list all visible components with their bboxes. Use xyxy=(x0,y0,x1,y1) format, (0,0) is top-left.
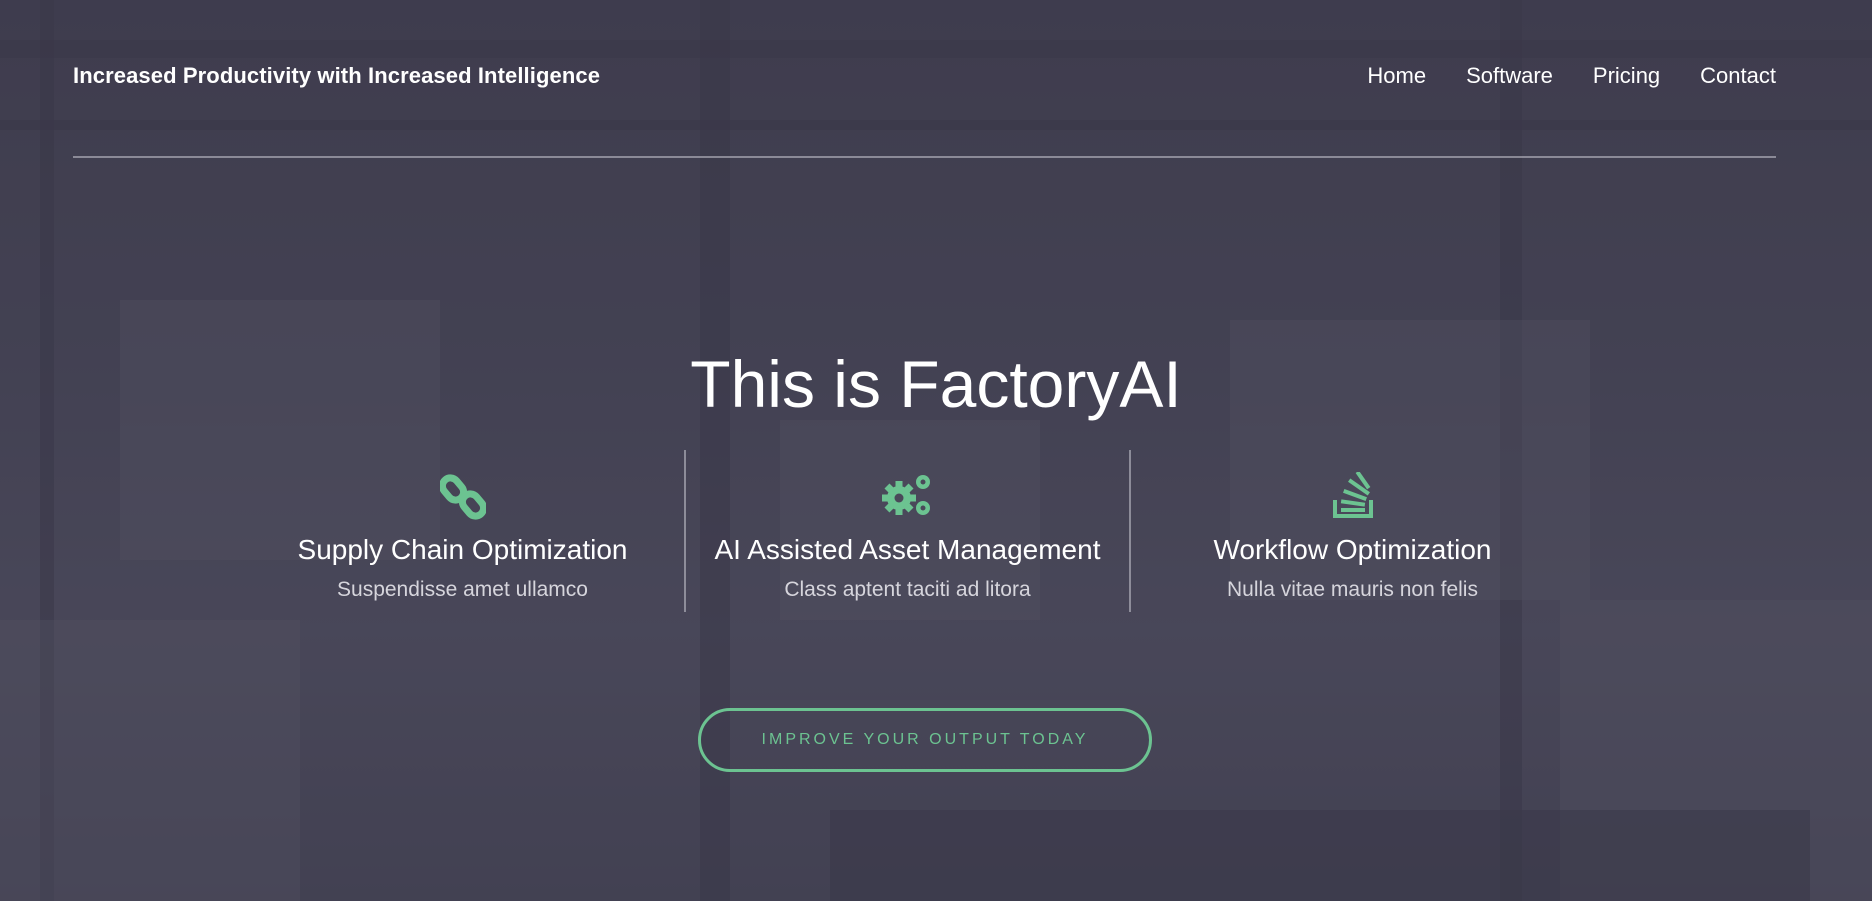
feature-title: Supply Chain Optimization xyxy=(297,534,628,565)
feature-workflow: Workflow Optimization Nulla vitae mauris… xyxy=(1129,450,1574,612)
nav-contact-link[interactable]: Contact xyxy=(1700,63,1776,89)
nav-home-link[interactable]: Home xyxy=(1367,63,1426,89)
feature-asset-management: AI Assisted Asset Management Class apten… xyxy=(684,450,1129,612)
improve-output-button[interactable]: IMPROVE YOUR OUTPUT TODAY xyxy=(698,708,1152,772)
nav-pricing-link[interactable]: Pricing xyxy=(1593,63,1660,89)
nav-software-link[interactable]: Software xyxy=(1466,63,1553,89)
nav-menu: Home Software Pricing Contact xyxy=(1367,63,1776,89)
feature-title: Workflow Optimization xyxy=(1213,534,1492,565)
brand-tagline[interactable]: Increased Productivity with Increased In… xyxy=(73,63,600,89)
gears-icon xyxy=(686,460,1129,520)
features-row: Supply Chain Optimization Suspendisse am… xyxy=(241,450,1574,612)
hero-title: This is FactoryAI xyxy=(690,347,1182,422)
feature-description: Class aptent taciti ad litora xyxy=(784,578,1031,601)
stack-icon xyxy=(1131,460,1574,520)
chain-link-icon xyxy=(241,460,684,520)
feature-supply-chain: Supply Chain Optimization Suspendisse am… xyxy=(241,450,684,612)
header-divider xyxy=(73,156,1776,158)
top-navigation: Increased Productivity with Increased In… xyxy=(73,56,1776,96)
feature-description: Nulla vitae mauris non felis xyxy=(1227,578,1478,601)
feature-title: AI Assisted Asset Management xyxy=(714,534,1101,565)
feature-description: Suspendisse amet ullamco xyxy=(337,578,588,601)
